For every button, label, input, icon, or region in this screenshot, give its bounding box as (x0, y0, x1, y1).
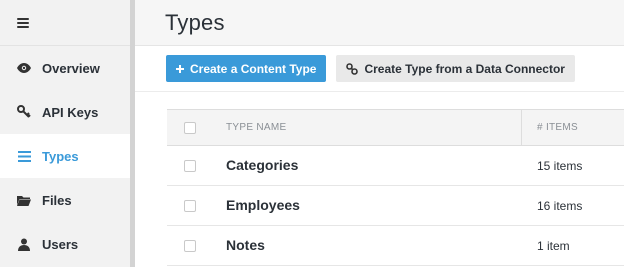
type-name-cell: Notes (212, 237, 521, 255)
page-header: Types (135, 0, 624, 46)
sidebar-item-label: Files (42, 192, 72, 208)
types-table: TYPE NAME # ITEMS Categories 15 items Em… (167, 109, 624, 266)
sidebar-item-types[interactable]: Types (0, 134, 130, 178)
plus-icon (176, 64, 184, 73)
type-name-cell: Employees (212, 197, 521, 215)
table-header: TYPE NAME # ITEMS (167, 109, 624, 146)
create-content-type-label: Create a Content Type (190, 61, 317, 76)
row-check-cell (167, 199, 212, 212)
select-all-checkbox[interactable] (183, 121, 196, 134)
item-count-cell: 15 items (521, 146, 624, 185)
table-row[interactable]: Categories 15 items (167, 146, 624, 186)
sidebar-item-overview[interactable]: Overview (0, 46, 130, 90)
type-name-cell: Categories (212, 157, 521, 175)
row-checkbox[interactable] (183, 199, 196, 212)
item-count: 16 items (537, 198, 583, 213)
sidebar-item-label: Types (42, 148, 79, 164)
hamburger-icon (17, 17, 29, 28)
eye-icon (17, 61, 31, 75)
sidebar-item-label: API Keys (42, 104, 99, 120)
type-name-link[interactable]: Employees (226, 197, 300, 213)
create-content-type-button[interactable]: Create a Content Type (166, 55, 327, 82)
sidebar-item-users[interactable]: Users (0, 222, 130, 266)
item-count-cell: 1 item (521, 226, 624, 265)
main-content: Types Create a Content Type Create Type … (135, 0, 624, 267)
hamburger-menu-button[interactable] (0, 0, 130, 46)
row-check-cell (167, 239, 212, 252)
folder-icon (17, 193, 31, 207)
row-checkbox[interactable] (183, 239, 196, 252)
row-checkbox[interactable] (183, 159, 196, 172)
sidebar-item-label: Overview (42, 60, 100, 76)
item-count-cell: 16 items (521, 186, 624, 225)
link-icon (346, 62, 359, 75)
key-icon (17, 105, 31, 119)
sidebar-item-label: Users (42, 236, 79, 252)
table-row[interactable]: Notes 1 item (167, 226, 624, 266)
create-type-from-connector-label: Create Type from a Data Connector (364, 61, 565, 76)
sidebar-item-files[interactable]: Files (0, 178, 130, 222)
toolbar: Create a Content Type Create Type from a… (135, 46, 624, 92)
sidebar: Overview API Keys Types Files Users (0, 0, 130, 267)
type-name-link[interactable]: Categories (226, 157, 298, 173)
select-all-cell (167, 121, 212, 134)
type-name-link[interactable]: Notes (226, 237, 265, 253)
page-title: Types (165, 9, 225, 35)
table-row[interactable]: Employees 16 items (167, 186, 624, 226)
row-check-cell (167, 159, 212, 172)
list-icon (17, 149, 31, 163)
create-type-from-connector-button[interactable]: Create Type from a Data Connector (336, 55, 575, 82)
column-header-items[interactable]: # ITEMS (521, 110, 624, 145)
item-count: 1 item (537, 238, 570, 253)
sidebar-item-api-keys[interactable]: API Keys (0, 90, 130, 134)
column-header-type-name[interactable]: TYPE NAME (212, 122, 521, 133)
user-icon (17, 237, 31, 251)
item-count: 15 items (537, 158, 583, 173)
